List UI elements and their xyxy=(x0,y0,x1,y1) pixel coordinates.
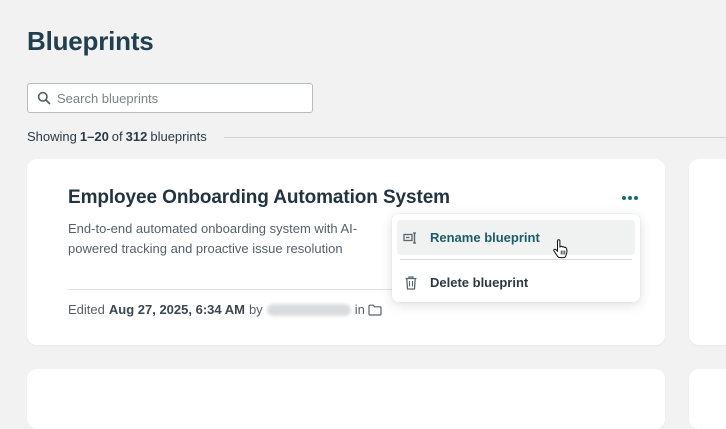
results-count: Showing 1–20 of 312 blueprints xyxy=(27,129,207,144)
results-of: of xyxy=(111,129,123,144)
results-total: 312 xyxy=(125,129,148,144)
more-dot-icon xyxy=(621,196,626,200)
author-name-redacted xyxy=(266,303,351,316)
folder-icon[interactable] xyxy=(368,304,382,316)
edited-date: Aug 27, 2025, 6:34 AM xyxy=(108,302,245,317)
results-prefix: Showing xyxy=(27,129,77,144)
blueprint-actions-menu: Rename blueprint Delete blueprint xyxy=(392,214,640,302)
search-icon xyxy=(37,91,51,105)
rename-icon xyxy=(403,230,419,246)
more-dot-icon xyxy=(628,196,632,200)
blueprint-card-partial[interactable] xyxy=(689,159,726,345)
by-label: by xyxy=(248,302,263,317)
rename-blueprint-item[interactable]: Rename blueprint xyxy=(397,220,635,255)
more-dot-icon xyxy=(634,196,639,200)
more-options-button[interactable] xyxy=(619,191,641,205)
page-title: Blueprints xyxy=(27,26,154,56)
blueprint-meta: Edited Aug 27, 2025, 6:34 AM by in xyxy=(68,302,382,317)
blueprint-card-partial[interactable] xyxy=(27,369,665,429)
in-label: in xyxy=(354,302,365,317)
results-suffix: blueprints xyxy=(150,129,207,144)
delete-blueprint-label: Delete blueprint xyxy=(430,275,529,290)
delete-blueprint-item[interactable]: Delete blueprint xyxy=(397,265,635,300)
hand-cursor-icon xyxy=(552,239,570,259)
results-divider xyxy=(224,137,726,138)
results-range: 1–20 xyxy=(79,129,109,144)
blueprint-title[interactable]: Employee Onboarding Automation System xyxy=(68,187,450,209)
rename-blueprint-label: Rename blueprint xyxy=(430,230,540,245)
blueprint-card-partial[interactable] xyxy=(689,369,726,429)
edited-label: Edited xyxy=(68,302,105,317)
menu-divider xyxy=(400,259,632,260)
search-box[interactable] xyxy=(27,83,313,113)
trash-icon xyxy=(403,275,419,291)
search-input[interactable] xyxy=(57,90,297,106)
blueprint-description: End-to-end automated onboarding system w… xyxy=(68,221,358,256)
